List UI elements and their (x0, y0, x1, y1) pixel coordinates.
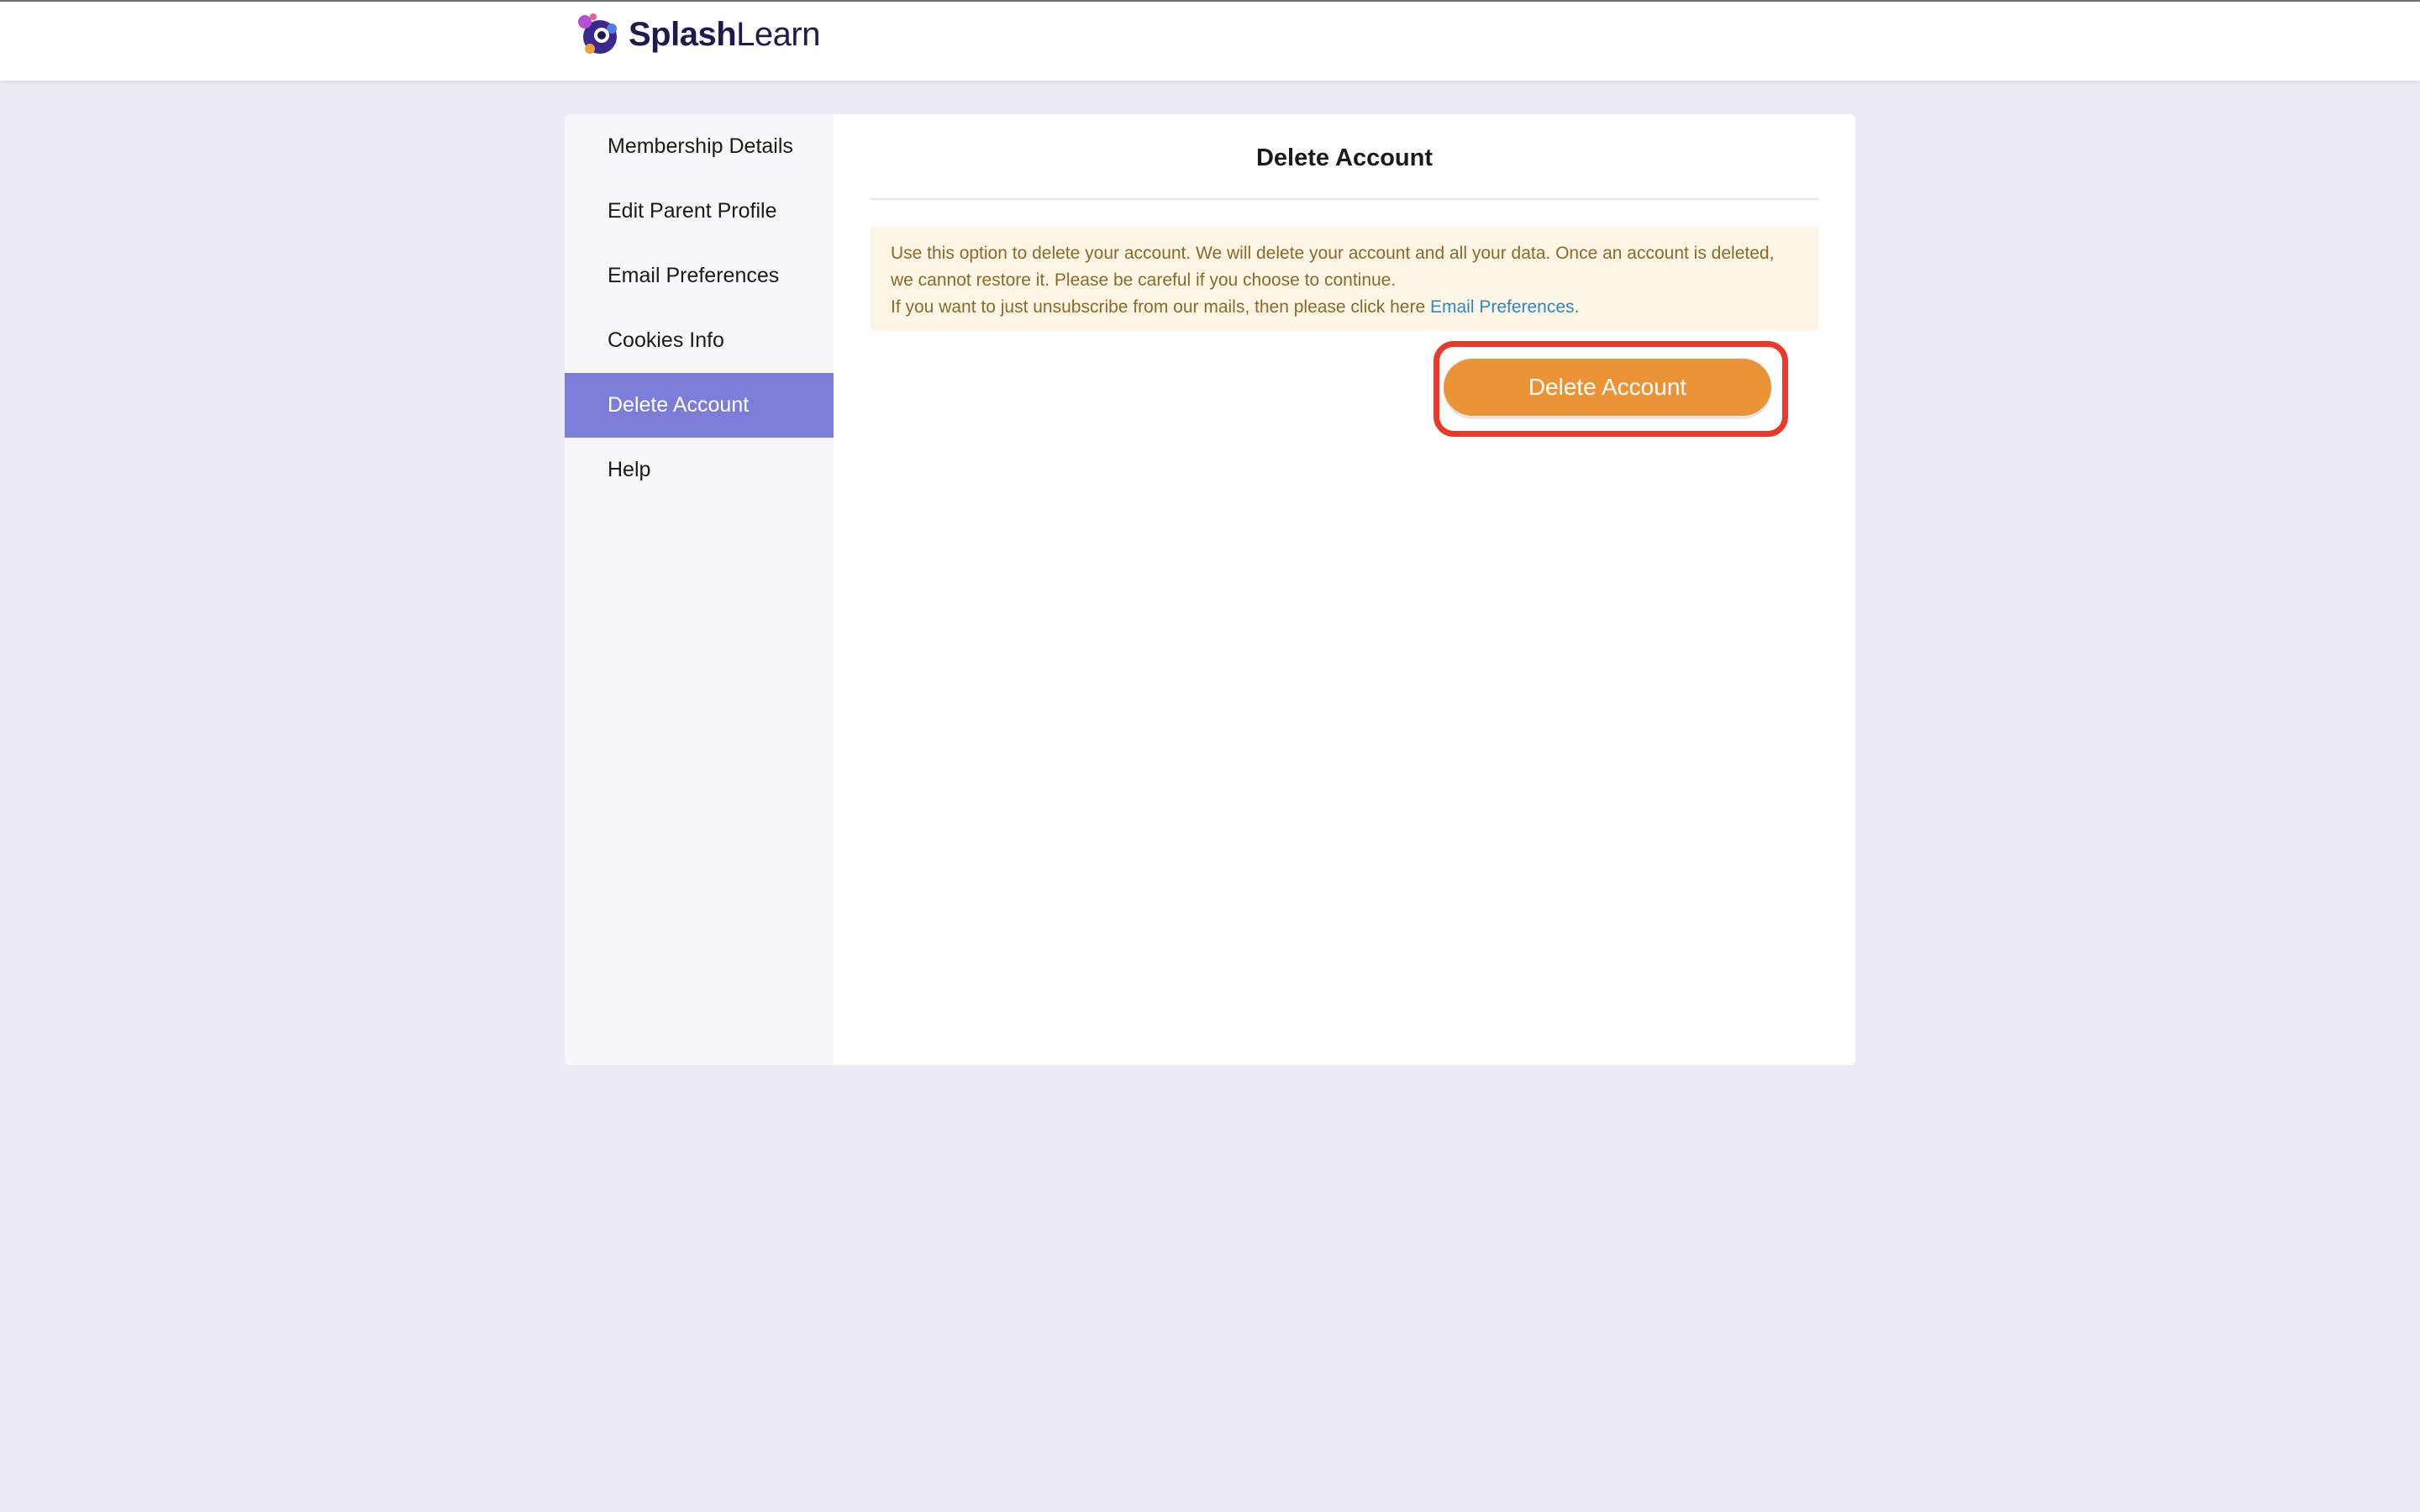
sidebar-item-email-preferences[interactable]: Email Preferences (565, 244, 834, 308)
settings-sidebar: Membership Details Edit Parent Profile E… (565, 114, 834, 1065)
splashlearn-logo-icon (578, 13, 617, 54)
page-title: Delete Account (1255, 144, 1434, 171)
delete-account-panel: Delete Account Use this option to delete… (834, 114, 1855, 1065)
notice-unsubscribe-text: If you want to just unsubscribe from our… (891, 297, 1430, 317)
sidebar-item-cookies-info[interactable]: Cookies Info (565, 308, 834, 373)
notice-text: Use this option to delete your account. … (891, 244, 1775, 290)
sidebar-item-help[interactable]: Help (565, 438, 834, 502)
delete-account-button[interactable]: Delete Account (1444, 359, 1771, 416)
sidebar-item-membership-details[interactable]: Membership Details (565, 114, 834, 179)
warning-notice: Use this option to delete your account. … (871, 227, 1818, 331)
sidebar-item-delete-account[interactable]: Delete Account (565, 373, 834, 438)
notice-period: . (1574, 297, 1580, 317)
sidebar-item-edit-parent-profile[interactable]: Edit Parent Profile (565, 179, 834, 244)
settings-card: Membership Details Edit Parent Profile E… (565, 114, 1855, 1065)
email-preferences-link[interactable]: Email Preferences (1430, 297, 1575, 317)
splashlearn-logo[interactable]: SplashLearn (573, 10, 820, 59)
top-navbar: SplashLearn (0, 0, 2420, 81)
title-divider (871, 198, 1818, 200)
logo-wordmark: SplashLearn (629, 15, 820, 53)
